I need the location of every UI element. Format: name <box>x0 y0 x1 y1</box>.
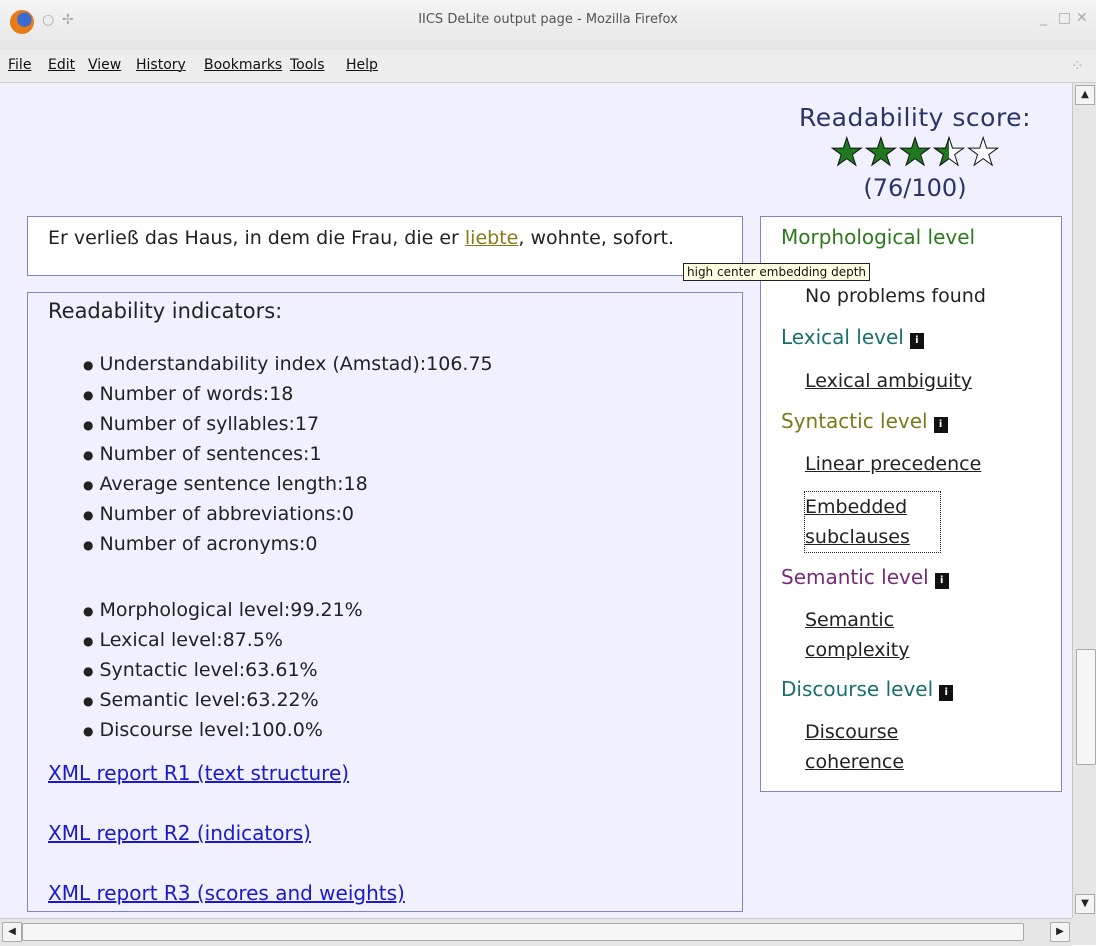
analyzed-sentence: Er verließ das Haus, in dem die Frau, di… <box>27 216 743 276</box>
indicator-item: Semantic level:63.22% <box>83 685 363 715</box>
lexical-level-heading: Lexical level i <box>781 325 924 349</box>
score-label: Readability score: <box>799 103 1031 132</box>
semantic-level-heading: Semantic level i <box>781 565 949 589</box>
indicator-item: Understandability index (Amstad):106.75 <box>83 349 492 379</box>
indicator-item: Discourse level:100.0% <box>83 715 363 745</box>
scroll-down-icon[interactable]: ▼ <box>1075 894 1095 914</box>
discourse-level-heading: Discourse level i <box>781 677 954 701</box>
maximize-icon[interactable]: □ <box>1058 10 1071 26</box>
info-icon[interactable]: i <box>933 417 948 433</box>
close-icon[interactable]: ✕ <box>1076 10 1088 26</box>
syntactic-level-heading: Syntactic level i <box>781 409 948 433</box>
tooltip: high center embedding depth <box>683 263 871 281</box>
indicators-title: Readability indicators: <box>48 299 283 323</box>
level-title: Semantic level <box>781 565 929 589</box>
indicator-item: Syntactic level:63.61% <box>83 655 363 685</box>
lexical-ambiguity-link[interactable]: Lexical ambiguity <box>805 366 972 396</box>
level-title: Lexical level <box>781 325 904 349</box>
star-full-icon: ★ <box>863 130 898 174</box>
readability-score: Readability score: ★★★★★★ (76/100) <box>760 103 1070 202</box>
score-value: (76/100) <box>863 174 967 202</box>
levels-panel: Morphological level No problems found Le… <box>760 216 1062 792</box>
menu-file[interactable]: File <box>8 57 31 73</box>
problem-word-link[interactable]: liebte <box>465 227 518 249</box>
indicator-item: Number of sentences:1 <box>83 439 493 469</box>
indicator-item: Morphological level:99.21% <box>83 595 362 625</box>
semantic-complexity-link[interactable]: Semantic complexity <box>805 605 940 665</box>
menu-edit[interactable]: Edit <box>48 57 75 73</box>
menu-view[interactable]: View <box>88 57 121 73</box>
info-icon[interactable]: i <box>934 573 949 589</box>
menu-bar: File Edit View History Bookmarks Tools H… <box>0 50 1096 83</box>
minimize-icon[interactable]: _ <box>1040 10 1047 26</box>
info-icon[interactable]: i <box>909 333 924 349</box>
star-full-icon: ★ <box>829 130 864 174</box>
linear-precedence-link[interactable]: Linear precedence <box>805 449 981 479</box>
level-title: Syntactic level <box>781 409 928 433</box>
star-empty-icon: ★ <box>966 130 1001 174</box>
xml-report-r1-link[interactable]: XML report R1 (text structure) <box>48 761 349 785</box>
scroll-right-icon[interactable]: ▶ <box>1050 922 1070 942</box>
menu-help[interactable]: Help <box>346 57 378 73</box>
menu-history[interactable]: History <box>136 57 186 73</box>
morphological-level-heading: Morphological level <box>781 225 975 249</box>
info-icon[interactable]: i <box>939 685 954 701</box>
star-half-icon: ★★ <box>932 130 967 174</box>
level-title: Morphological level <box>781 225 976 249</box>
menu-bookmarks[interactable]: Bookmarks <box>204 57 282 73</box>
menu-tools[interactable]: Tools <box>290 57 325 73</box>
indicator-item: Number of syllables:17 <box>83 409 493 439</box>
window-titlebar: ○ ✢ IICS DeLite output page - Mozilla Fi… <box>0 0 1096 50</box>
morphological-no-problems: No problems found <box>805 285 986 307</box>
sentence-text-end: , wohnte, sofort. <box>518 227 675 249</box>
indicator-item: Number of words:18 <box>83 379 493 409</box>
vertical-scrollbar[interactable]: ▲ ▼ <box>1072 83 1096 918</box>
level-indicators-list: Morphological level:99.21% Lexical level… <box>83 595 363 745</box>
horizontal-scroll-thumb[interactable] <box>22 923 1024 941</box>
throbber-icon: ⁘ <box>1070 56 1084 75</box>
basic-indicators-list: Understandability index (Amstad):106.75 … <box>83 349 493 559</box>
page-viewport: Readability score: ★★★★★★ (76/100) Er ve… <box>0 83 1072 918</box>
horizontal-scrollbar[interactable]: ◀ ▶ <box>0 918 1072 946</box>
star-rating: ★★★★★★ <box>760 130 1070 174</box>
sentence-text-start: Er verließ das Haus, in dem die Frau, di… <box>48 227 465 249</box>
xml-report-r3-link[interactable]: XML report R3 (scores and weights) <box>48 881 405 905</box>
vertical-scroll-thumb[interactable] <box>1076 649 1096 765</box>
scrollbar-corner <box>1072 918 1096 945</box>
indicator-item: Number of abbreviations:0 <box>83 499 493 529</box>
indicator-item: Number of acronyms:0 <box>83 529 493 559</box>
star-full-icon: ★ <box>897 130 933 174</box>
scroll-left-icon[interactable]: ◀ <box>2 922 22 942</box>
discourse-coherence-link[interactable]: Discourse coherence <box>805 717 940 777</box>
xml-report-r2-link[interactable]: XML report R2 (indicators) <box>48 821 311 845</box>
readability-indicators-panel: Readability indicators: Understandabilit… <box>27 292 743 912</box>
indicator-item: Average sentence length:18 <box>83 469 493 499</box>
embedded-subclauses-link[interactable]: Embedded subclauses <box>804 491 941 553</box>
scroll-up-icon[interactable]: ▲ <box>1075 85 1095 105</box>
indicator-item: Lexical level:87.5% <box>83 625 363 655</box>
window-title: IICS DeLite output page - Mozilla Firefo… <box>418 12 678 27</box>
level-title: Discourse level <box>781 677 934 701</box>
